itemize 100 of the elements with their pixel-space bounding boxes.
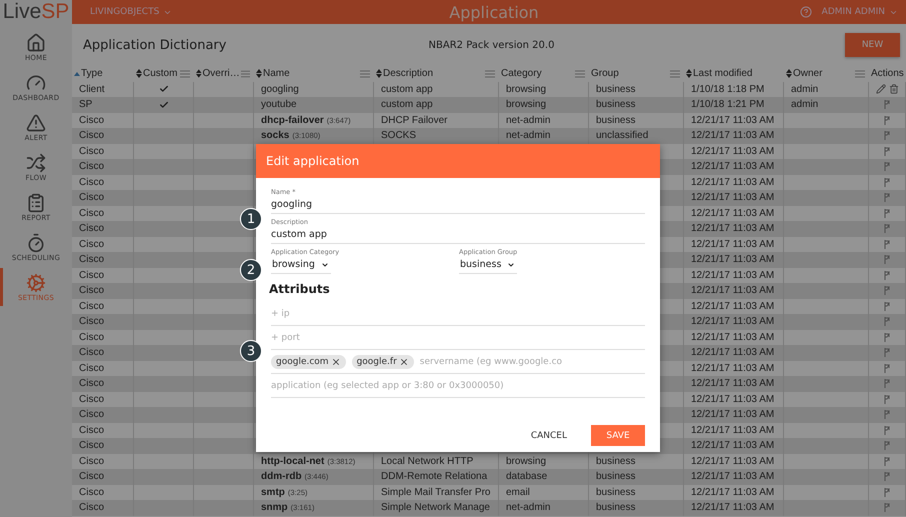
sort-icon[interactable] — [256, 69, 262, 78]
column-header[interactable]: Name — [263, 68, 290, 80]
home-icon — [26, 32, 46, 52]
help-icon[interactable] — [800, 6, 812, 18]
table-cell: business — [596, 84, 636, 95]
livesp-logo: LiveSP — [2, 0, 70, 24]
menu-icon[interactable] — [360, 70, 370, 78]
table-cell: Cisco — [79, 300, 104, 312]
caret-icon — [507, 260, 516, 268]
table-cell: 12/21/17 11:03 AM — [691, 254, 774, 266]
column-header[interactable]: Type — [81, 68, 103, 80]
select-field[interactable]: business — [459, 256, 518, 274]
column-header[interactable]: Group — [591, 68, 619, 80]
table-cell: 12/21/17 11:03 AM — [691, 332, 774, 343]
trash-icon[interactable] — [888, 84, 898, 94]
table-cell: 12/21/17 11:03 AM — [691, 347, 774, 358]
table-cell: 12/21/17 11:03 AM — [691, 409, 774, 420]
column-header[interactable]: Actions — [871, 68, 904, 80]
table-cell: Cisco — [79, 114, 104, 126]
menu-icon[interactable] — [240, 70, 250, 78]
table-cell: dhcp-failover — [261, 114, 324, 126]
stopwatch-icon — [26, 232, 46, 252]
table-cell: 12/21/17 11:03 AM — [691, 208, 774, 219]
menu-icon[interactable] — [855, 70, 865, 78]
table-cell: Cisco — [79, 223, 104, 234]
dialog-title: Edit application — [266, 154, 360, 168]
input-field[interactable]: application (eg selected app or 3:80 or 0x3000050) — [271, 374, 645, 398]
select-field[interactable]: browsing — [271, 256, 331, 274]
table-cell: email — [506, 486, 530, 498]
sort-icon[interactable] — [686, 69, 692, 78]
menu-icon[interactable] — [575, 70, 585, 78]
table-cell: 1/10/18 1:18 PM — [691, 84, 764, 95]
column-header[interactable]: Description — [383, 68, 434, 80]
column-header[interactable]: Custom — [143, 68, 178, 80]
table-cell: unclassified — [596, 130, 648, 142]
table-cell: smtp — [261, 486, 285, 498]
table-cell: net-admin — [506, 130, 550, 142]
table-cell: business — [596, 486, 636, 498]
input-field[interactable]: google.com google.fr servername (eg www.google.co — [271, 350, 645, 374]
column-header[interactable]: Last modified — [693, 68, 752, 80]
sort-ascending-icon[interactable] — [74, 70, 80, 77]
table-cell: Cisco — [79, 130, 104, 142]
table-cell: Cisco — [79, 362, 104, 374]
input-field[interactable]: + port — [271, 326, 645, 350]
save-button[interactable]: SAVE — [591, 425, 645, 446]
table-cell: admin — [791, 84, 818, 95]
table-cell: Cisco — [79, 176, 104, 188]
menu-icon[interactable] — [180, 70, 190, 78]
table-cell: database — [506, 471, 548, 482]
sort-icon[interactable] — [196, 69, 202, 78]
table-cell: SP — [79, 99, 92, 110]
table-cell: browsing — [506, 456, 546, 467]
table-cell: 12/21/17 11:03 AM — [691, 471, 774, 482]
input-field[interactable]: + ip — [271, 302, 645, 326]
close-icon[interactable] — [330, 356, 341, 366]
tag-chip[interactable]: google.fr — [352, 354, 414, 368]
close-icon[interactable] — [398, 356, 409, 366]
table-cell: Cisco — [79, 486, 104, 498]
table-cell: Cisco — [79, 208, 104, 219]
table-cell: business — [596, 471, 636, 482]
table-cell: Client — [79, 84, 105, 95]
clipboard-icon — [26, 192, 46, 212]
table-cell: Cisco — [79, 161, 104, 172]
sort-icon[interactable] — [136, 69, 142, 78]
table-cell: 12/21/17 11:03 AM — [691, 378, 774, 390]
header-title: Application — [449, 2, 539, 22]
page-title: Application Dictionary — [83, 38, 228, 52]
table-cell: Cisco — [79, 347, 104, 358]
table-cell: 12/21/17 11:03 AM — [691, 440, 774, 452]
table-cell: net-admin — [506, 502, 550, 514]
settings-icon — [26, 272, 46, 292]
table-cell: Cisco — [79, 192, 104, 204]
menu-icon[interactable] — [485, 70, 495, 78]
table-cell: business — [596, 99, 636, 110]
table-cell: 12/21/17 11:03 AM — [691, 316, 774, 328]
table-cell: 12/21/17 11:03 AM — [691, 223, 774, 234]
table-cell: SOCKS — [381, 130, 416, 142]
cancel-button[interactable]: CANCEL — [520, 425, 577, 446]
column-header[interactable]: Overri… — [202, 68, 240, 80]
table-cell: Cisco — [79, 270, 104, 281]
caret-icon — [320, 260, 329, 268]
table-cell: 12/21/17 11:03 AM — [691, 161, 774, 172]
table-cell: business — [596, 502, 636, 514]
sort-icon[interactable] — [786, 69, 792, 78]
pencil-icon[interactable] — [876, 84, 886, 94]
column-header[interactable]: Owner — [793, 68, 822, 80]
table-cell: snmp — [261, 502, 288, 514]
sort-icon[interactable] — [376, 69, 382, 78]
table-cell: Cisco — [79, 424, 104, 436]
table-cell: Cisco — [79, 456, 104, 467]
tag-chip[interactable]: google.com — [271, 354, 346, 368]
table-cell: Cisco — [79, 254, 104, 266]
column-header[interactable]: Category — [501, 68, 542, 80]
table-cell: 12/21/17 11:03 AM — [691, 130, 774, 142]
table-cell: Cisco — [79, 285, 104, 296]
table-cell: admin — [791, 99, 818, 110]
menu-icon[interactable] — [670, 70, 680, 78]
table-cell: 12/21/17 11:03 AM — [691, 176, 774, 188]
table-cell: 1/10/18 1:21 PM — [691, 99, 764, 110]
table-cell: 12/21/17 11:03 AM — [691, 285, 774, 296]
